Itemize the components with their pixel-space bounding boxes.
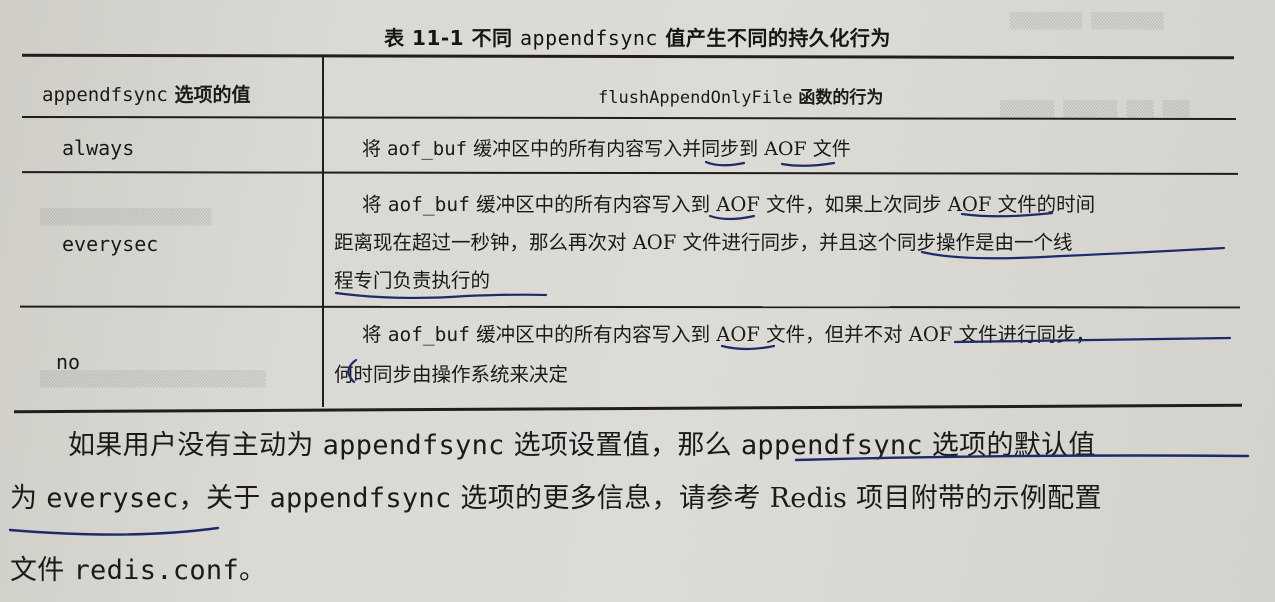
- option-no: no: [56, 350, 81, 374]
- text-segment: 文件: [10, 555, 74, 586]
- code-appendfsync: appendfsync: [322, 430, 505, 461]
- caption-code: appendfsync: [520, 26, 658, 50]
- header-behavior-code: flushAppendOnlyFile: [598, 88, 793, 108]
- text-segment: 。: [239, 555, 267, 586]
- row-always-line-1: 将 aof_buf 缓冲区中的所有内容写入并同步到 AOF 文件: [362, 134, 851, 161]
- code-aof-buf: aof_buf: [387, 138, 468, 160]
- show-through-shadow: ▒▒▒▒▒▒▒▒▒▒▒▒▒▒▒▒▒▒▒: [40, 208, 212, 226]
- text-segment: 选项的默认值: [922, 430, 1096, 461]
- text-segment: 缓冲区中的所有内容写入并同步到 AOF 文件: [467, 138, 851, 160]
- text-segment: ，关于: [178, 483, 270, 514]
- text-segment: 程专门负责执行的: [334, 269, 491, 292]
- code-aof-buf: aof_buf: [387, 323, 470, 346]
- text-segment: 将: [362, 138, 388, 160]
- show-through-shadow: ▒▒▒▒▒▒ ▒▒▒▒▒▒ ▒▒▒ ▒▒▒: [1000, 100, 1190, 118]
- paragraph-line-3: 文件 redis.conf。: [10, 548, 266, 587]
- code-appendfsync: appendfsync: [269, 483, 452, 514]
- row-everysec-line-3: 程专门负责执行的: [334, 264, 490, 293]
- text-segment: 将: [362, 323, 388, 346]
- text-segment: 缓冲区中的所有内容写入到 AOF 文件，如果上次同步 AOF 文件的时间: [469, 193, 1096, 216]
- caption-suffix: 值产生不同的持久化行为: [657, 26, 891, 50]
- row-everysec-line-2: 距离现在超过一秒钟，那么再次对 AOF 文件进行同步，并且这个同步操作是由一个线: [334, 226, 1073, 255]
- text-segment: 如果用户没有主动为: [68, 430, 323, 461]
- text-segment: 将: [362, 193, 388, 216]
- text-segment: 何时同步由操作系统来决定: [334, 363, 569, 386]
- caption-prefix: 表 11-1 不同: [384, 26, 520, 50]
- text-segment: 选项设置值，那么: [504, 430, 741, 461]
- row-rule-1: [21, 171, 1239, 175]
- text-segment: 选项的更多信息，请参考 Redis 项目附带的示例配置: [451, 483, 1102, 514]
- row-no-line-1: 将 aof_buf 缓冲区中的所有内容写入到 AOF 文件，但并不对 AOF 文…: [362, 318, 1095, 347]
- option-everysec: everysec: [62, 232, 159, 256]
- pen-underline: [8, 526, 220, 536]
- row-rule-2: [19, 305, 1241, 308]
- header-behavior: flushAppendOnlyFile 函数的行为: [598, 83, 883, 108]
- header-option-value: appendfsync 选项的值: [42, 80, 250, 107]
- header-option-code: appendfsync: [42, 84, 168, 106]
- code-redis-conf: redis.conf: [73, 555, 240, 586]
- paragraph-line-1: 如果用户没有主动为 appendfsync 选项设置值，那么 appendfsy…: [68, 423, 1096, 462]
- row-no-line-2: 何时同步由操作系统来决定: [334, 358, 568, 387]
- code-aof-buf: aof_buf: [387, 193, 470, 216]
- paragraph-line-2: 为 everysec，关于 appendfsync 选项的更多信息，请参考 Re…: [10, 476, 1102, 515]
- table-bottom-rule: [14, 403, 1242, 414]
- pen-underline: [704, 160, 746, 167]
- header-option-label: 选项的值: [167, 84, 251, 106]
- book-page: ▒▒▒▒▒▒▒▒ ▒▒▒▒▒▒▒▒ ▒▒▒▒▒▒ ▒▒▒▒▒▒ ▒▒▒ ▒▒▒ …: [0, 0, 1275, 602]
- header-behavior-label: 函数的行为: [792, 88, 884, 108]
- row-everysec-line-1: 将 aof_buf 缓冲区中的所有内容写入到 AOF 文件，如果上次同步 AOF…: [362, 188, 1095, 217]
- table-caption: 表 11-1 不同 appendfsync 值产生不同的持久化行为: [0, 22, 1275, 51]
- text-segment: 缓冲区中的所有内容写入到 AOF 文件，但并不对 AOF 文件进行同步，: [469, 323, 1096, 346]
- text-segment: 为: [10, 483, 47, 514]
- text-segment: 距离现在超过一秒钟，那么再次对 AOF 文件进行同步，并且这个同步操作是由一个线: [334, 231, 1073, 254]
- pen-underline: [780, 161, 836, 167]
- option-always: always: [62, 136, 135, 160]
- code-everysec: everysec: [46, 483, 179, 514]
- table-top-rule: [21, 53, 1235, 60]
- column-divider: [322, 57, 324, 407]
- code-appendfsync: appendfsync: [740, 430, 923, 461]
- pen-underline: [334, 291, 548, 300]
